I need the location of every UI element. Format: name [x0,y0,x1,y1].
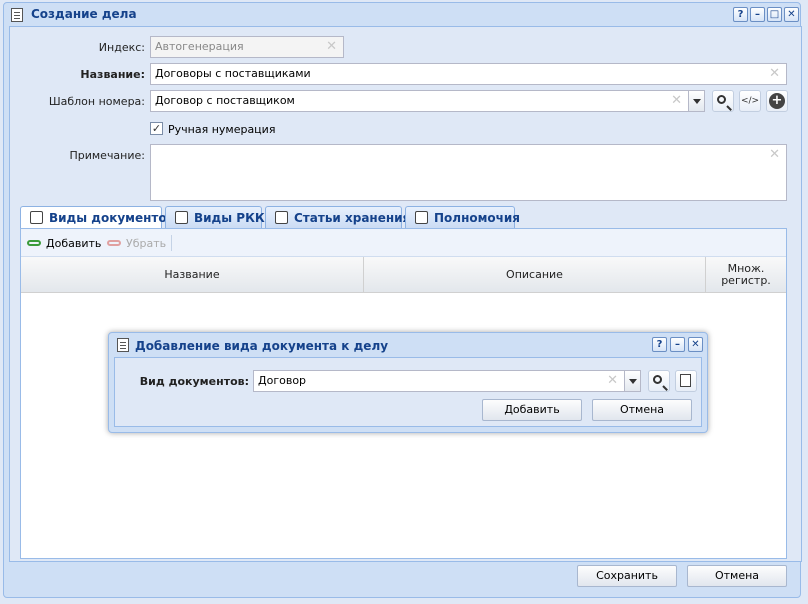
document-type-value: Договор [258,374,307,387]
name-input[interactable]: Договоры с поставщиками ✕ [150,63,787,85]
dialog-add-button[interactable]: Добавить [482,399,582,421]
save-button[interactable]: Сохранить [577,565,677,587]
link-remove-icon [107,240,121,246]
name-label: Название: [80,68,145,81]
template-value: Договор с поставщиком [155,94,295,107]
help-button[interactable]: ? [733,7,748,22]
tab-permissions[interactable]: Полномочия [405,206,520,228]
template-dropdown-trigger[interactable] [688,90,705,112]
code-button[interactable]: </> [739,90,761,112]
document-icon [11,8,23,22]
toolbar-separator [171,235,172,251]
document-icon [117,338,129,352]
dialog-title: Добавление вида документа к делу [135,339,389,353]
dialog-minimize-button[interactable]: – [670,337,685,352]
tab-storage-articles[interactable]: Статьи хранения [265,206,410,228]
document-settings-button[interactable] [675,370,697,392]
template-label: Шаблон номера: [48,95,145,108]
search-icon [717,95,726,104]
dialog-cancel-button[interactable]: Отмена [592,399,692,421]
clear-icon[interactable]: ✕ [671,93,682,108]
add-template-button[interactable]: + [766,90,788,112]
manual-numbering-label: Ручная нумерация [168,123,276,136]
document-type-dropdown-trigger[interactable] [624,370,641,392]
window-header[interactable]: Создание дела ? – □ ✕ [4,3,800,27]
index-input[interactable]: Автогенерация ✕ [150,36,344,58]
panel-toolbar: Добавить Убрать [21,229,786,257]
tab-document-types[interactable]: Виды документов [20,206,174,229]
archive-icon [275,211,288,224]
column-header-name[interactable]: Название [21,257,364,293]
tab-label: Виды документов [49,211,175,225]
tab-label: Полномочия [434,211,521,225]
cancel-button[interactable]: Отмена [687,565,787,587]
index-label: Индекс: [98,41,145,54]
grid-header: Название Описание Множ. регистр. [21,257,786,293]
maximize-button[interactable]: □ [767,7,782,22]
clear-icon[interactable]: ✕ [607,373,618,388]
card-icon [175,211,188,224]
dialog-help-button[interactable]: ? [652,337,667,352]
tab-rkk-types[interactable]: Виды РКК [165,206,265,228]
document-type-label: Вид документов: [139,375,249,388]
window-title: Создание дела [31,7,137,21]
close-button[interactable]: ✕ [784,7,799,22]
manual-numbering-checkbox[interactable]: ✓ [150,122,163,135]
tab-label: Статьи хранения [294,211,411,225]
note-textarea[interactable]: ✕ [150,144,787,201]
name-value: Договоры с поставщиками [155,67,311,80]
document-gear-icon [680,374,691,387]
dialog-body: Вид документов: Договор ✕ Добавить Отмен… [114,357,702,427]
dialog-close-button[interactable]: ✕ [688,337,703,352]
minimize-button[interactable]: – [750,7,765,22]
search-button[interactable] [712,90,734,112]
note-label: Примечание: [69,149,145,162]
column-header-multi-reg[interactable]: Множ. регистр. [706,257,786,293]
dialog-search-button[interactable] [648,370,670,392]
add-link-button[interactable]: Добавить [46,237,101,250]
search-icon [653,375,662,384]
column-header-description[interactable]: Описание [364,257,706,293]
index-placeholder: Автогенерация [155,40,244,53]
clear-icon[interactable]: ✕ [769,66,780,81]
clear-icon[interactable]: ✕ [769,147,780,162]
add-document-type-dialog: Добавление вида документа к делу ? – ✕ В… [108,332,708,433]
document-gear-icon [30,211,43,224]
template-combo[interactable]: Договор с поставщиком ✕ [150,90,689,112]
remove-link-button[interactable]: Убрать [126,237,166,250]
tab-label: Виды РКК [194,211,265,225]
document-type-combo[interactable]: Договор ✕ [253,370,625,392]
plus-icon: + [769,93,785,109]
link-add-icon [27,240,41,246]
clear-icon[interactable]: ✕ [326,39,337,54]
user-key-icon [415,211,428,224]
